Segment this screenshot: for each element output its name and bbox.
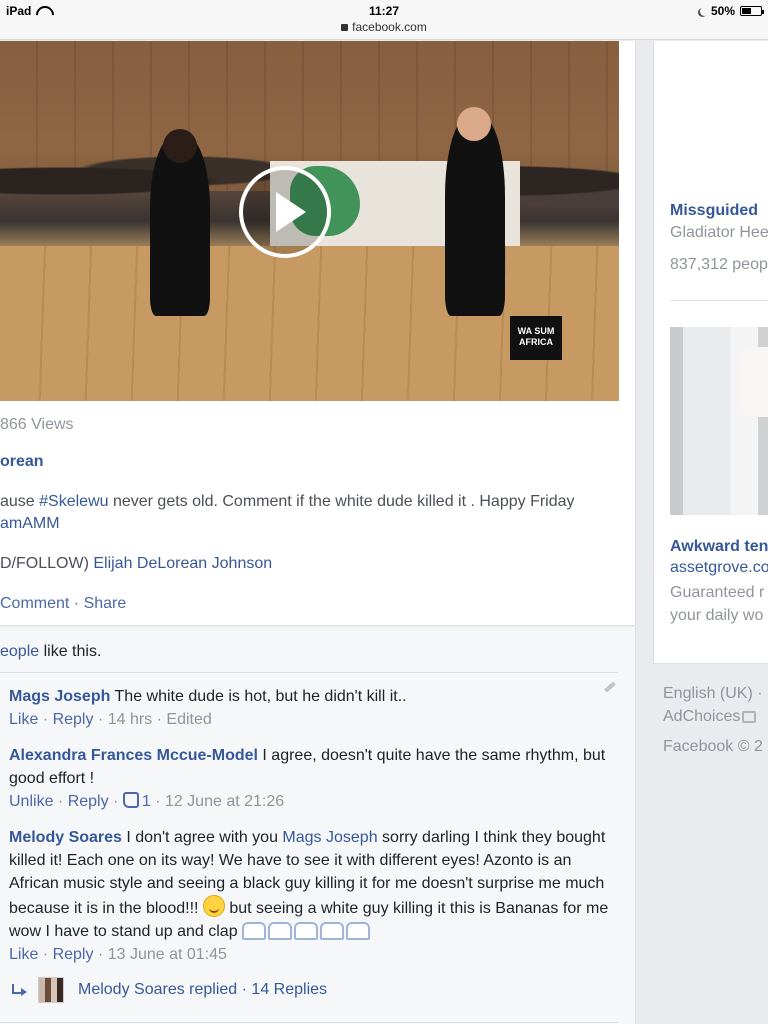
ad-description-line: your daily wo	[670, 607, 764, 624]
ad-subtitle: Gladiator Hee	[670, 224, 768, 241]
thumbs-up-icon	[122, 792, 139, 808]
battery-fill	[742, 8, 751, 14]
view-count: 866 Views	[0, 416, 74, 433]
clap-emoji-icon	[242, 922, 267, 940]
do-not-disturb-icon	[700, 7, 709, 16]
comment-meta: Unlike · Reply · 1 · 12 June at 21:26	[9, 792, 285, 810]
like-button[interactable]: Like	[9, 946, 38, 963]
smile-emoji-icon	[202, 895, 225, 917]
clap-emoji-icon	[346, 922, 371, 940]
address-url: facebook.com	[352, 20, 427, 34]
action-separator: ·	[69, 595, 84, 612]
status-right: 50%	[697, 4, 764, 18]
share-button[interactable]: Share	[84, 595, 127, 612]
address-bar[interactable]: facebook.com	[0, 20, 768, 34]
caption-text: ause	[0, 493, 40, 510]
comment-text: The white dude is hot, but he didn't kil…	[110, 688, 407, 705]
video-dancer-left	[150, 136, 210, 316]
ad-title-link[interactable]: Missguided	[670, 202, 758, 220]
hashtag-link-2[interactable]: amAMM	[0, 515, 60, 532]
likes-summary: eople like this.	[0, 643, 101, 661]
unlike-button[interactable]: Unlike	[9, 793, 53, 810]
post-card: WA SUM AFRICA 866 Views orean ause #Skel…	[0, 41, 636, 626]
comment-time[interactable]: 14 hrs	[108, 711, 152, 728]
ad-url-link[interactable]: assetgrove.co	[670, 559, 768, 577]
comment-meta: Like · Reply · 13 June at 01:45	[9, 946, 227, 963]
post-credit: D/FOLLOW) Elijah DeLorean Johnson	[0, 555, 272, 573]
credit-profile-link[interactable]: Elijah DeLorean Johnson	[93, 555, 272, 572]
likes-people-link[interactable]: eople	[0, 643, 39, 660]
video-dancer-left-head	[163, 129, 197, 163]
divider	[0, 672, 618, 673]
page-footer: English (UK) · AdChoices Facebook © 2	[663, 682, 763, 758]
view-replies-link[interactable]: Melody Soares replied · 14 Replies	[12, 977, 327, 1003]
replier-text: Melody Soares replied	[78, 981, 238, 998]
video-player[interactable]: WA SUM AFRICA	[0, 41, 619, 401]
comment-like-count[interactable]: 1	[122, 792, 151, 810]
battery-icon	[740, 6, 764, 16]
video-watermark-logo: WA SUM AFRICA	[510, 316, 562, 360]
post-author-link[interactable]: orean	[0, 453, 44, 471]
likes-text: like this.	[39, 643, 102, 660]
divider	[0, 1022, 618, 1023]
clap-emoji-icon	[294, 922, 319, 940]
post-actions: Comment · Share	[0, 595, 126, 613]
ios-status-bar: iPad 11:27 facebook.com 50%	[0, 0, 768, 40]
like-count-value: 1	[141, 793, 151, 810]
commenter-name-link[interactable]: Mags Joseph	[9, 688, 110, 705]
sponsored-column: Missguided Gladiator Hee 837,312 peop Aw…	[653, 41, 768, 664]
language-link[interactable]: English (UK) ·	[663, 682, 763, 705]
post-caption: ause #Skelewu never gets old. Comment if…	[0, 491, 630, 535]
play-icon[interactable]	[239, 166, 331, 258]
video-dancer-right-head	[457, 107, 491, 141]
ad-likes-count: 837,312 peop	[670, 256, 768, 273]
edited-label[interactable]: Edited	[166, 711, 211, 728]
adchoices-label: AdChoices	[663, 708, 741, 725]
ad-image[interactable]	[670, 327, 768, 515]
reply-arrow-icon	[12, 984, 28, 996]
comment-item: Mags Joseph The white dude is hot, but h…	[9, 685, 619, 731]
hashtag-link[interactable]: #Skelewu	[39, 493, 108, 510]
ad-description-line: Guaranteed r	[670, 584, 765, 601]
mention-link[interactable]: Mags Joseph	[282, 829, 377, 846]
reply-button[interactable]: Reply	[68, 793, 109, 810]
reply-count: 14 Replies	[251, 981, 328, 998]
adchoices-link[interactable]: AdChoices	[663, 705, 757, 728]
lock-icon	[341, 24, 349, 31]
ad-description: Guaranteed r your daily wo	[670, 581, 764, 627]
comment-meta: Like · Reply · 14 hrs · Edited	[9, 711, 212, 728]
reply-button[interactable]: Reply	[53, 946, 94, 963]
battery-percent: 50%	[710, 4, 735, 18]
caption-text-2: never gets old. Comment if the white dud…	[108, 493, 575, 510]
comment-item: Alexandra Frances Mccue-Model I agree, d…	[9, 744, 619, 813]
comment-time[interactable]: 12 June at 21:26	[165, 793, 284, 810]
adchoices-icon	[742, 710, 757, 723]
like-button[interactable]: Like	[9, 711, 38, 728]
comments-section: eople like this. Mags Joseph The white d…	[0, 627, 636, 1024]
ad-title-link[interactable]: Awkward ten	[670, 538, 768, 556]
reply-separator: ·	[237, 981, 252, 998]
comment-text: I don't agree with you	[121, 829, 283, 846]
avatar	[38, 977, 64, 1003]
commenter-name-link[interactable]: Melody Soares	[9, 829, 122, 846]
comment-item: Melody Soares I don't agree with you Mag…	[9, 826, 619, 966]
commenter-name-link[interactable]: Alexandra Frances Mccue-Model	[9, 747, 258, 764]
clap-emoji-icon	[268, 922, 293, 940]
copyright-text: Facebook © 2	[663, 738, 763, 755]
comment-time[interactable]: 13 June at 01:45	[108, 946, 227, 963]
divider	[670, 300, 768, 301]
video-dancer-right	[445, 116, 505, 316]
status-time: 11:27	[368, 4, 400, 18]
clap-emoji-row	[242, 922, 371, 940]
clap-emoji-icon	[320, 922, 345, 940]
comment-button[interactable]: Comment	[0, 595, 69, 612]
reply-button[interactable]: Reply	[53, 711, 94, 728]
credit-text: D/FOLLOW)	[0, 555, 94, 572]
